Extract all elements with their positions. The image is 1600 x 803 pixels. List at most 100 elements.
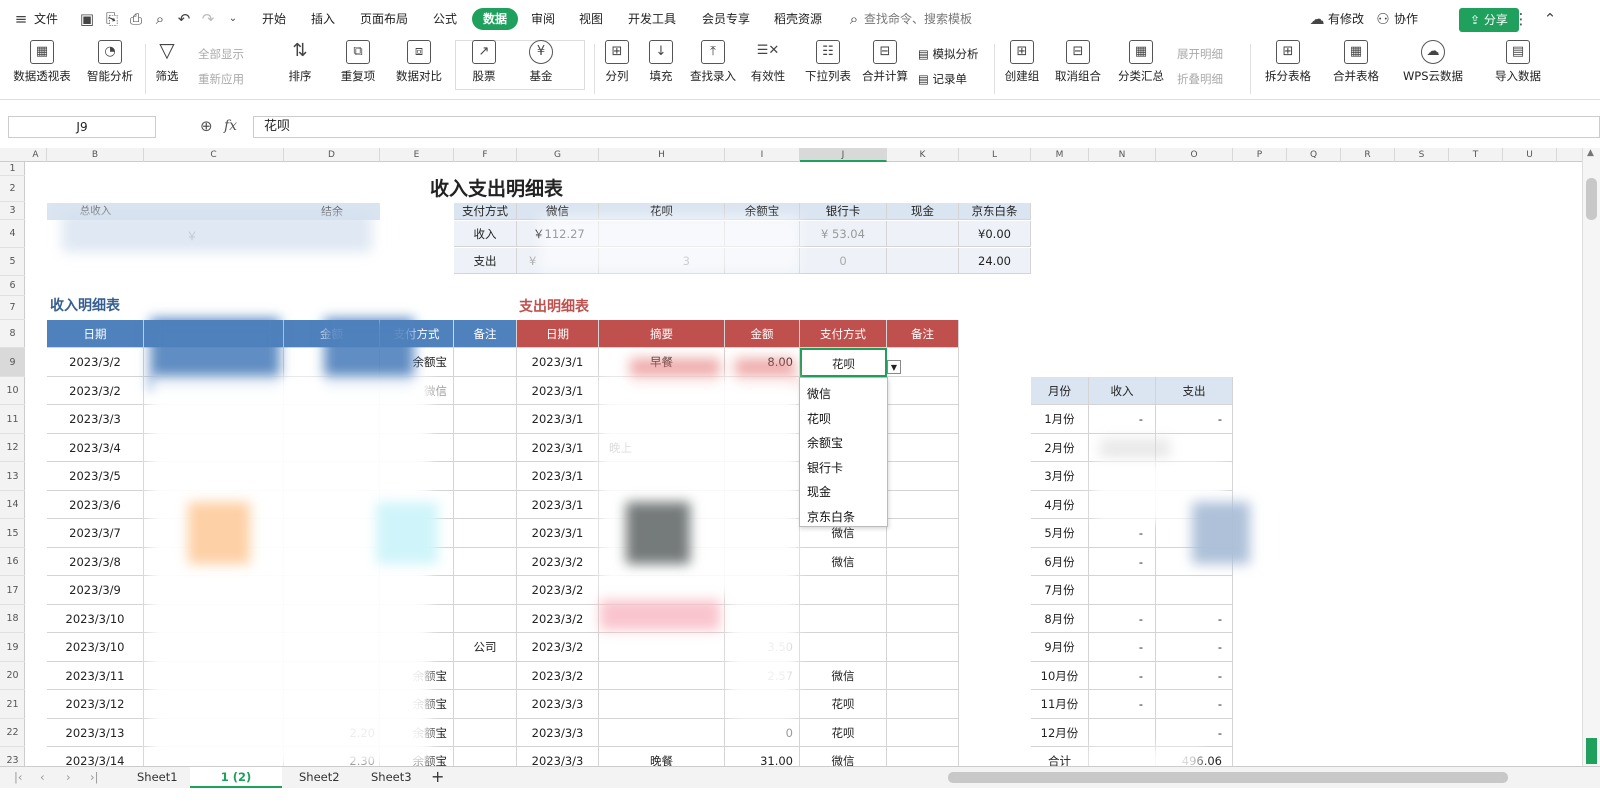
row-header-cell[interactable]: 4 bbox=[0, 220, 25, 248]
column-header-cell[interactable]: K bbox=[887, 148, 959, 162]
expense-date[interactable]: 2023/3/2 bbox=[517, 576, 599, 605]
pivot-button[interactable]: ▦ 数据透视表 bbox=[8, 40, 76, 84]
pay-header-cell[interactable]: 京东白条 bbox=[959, 203, 1031, 220]
dropdown-option[interactable]: 微信 bbox=[807, 385, 831, 402]
expense-summary[interactable] bbox=[599, 690, 725, 719]
next-sheet-icon[interactable]: › bbox=[66, 770, 71, 784]
month-income[interactable]: - bbox=[1089, 633, 1156, 662]
income-date[interactable]: 2023/3/5 bbox=[47, 462, 144, 491]
collapse-detail-button[interactable]: 折叠明细 bbox=[1177, 71, 1223, 87]
duplicate-button[interactable]: ⧉ 重复项 bbox=[334, 40, 382, 84]
month-income[interactable] bbox=[1089, 719, 1156, 747]
column-header-cell[interactable]: L bbox=[959, 148, 1031, 162]
income-note[interactable] bbox=[454, 434, 517, 462]
month-label[interactable]: 1月份 bbox=[1031, 405, 1089, 434]
expense-date[interactable]: 2023/3/1 bbox=[517, 519, 599, 548]
column-header-cell[interactable]: A bbox=[25, 148, 47, 162]
row-header-cell[interactable]: 21 bbox=[0, 690, 25, 719]
income-note[interactable]: 公司 bbox=[454, 633, 517, 662]
column-header-cell[interactable]: Q bbox=[1287, 148, 1341, 162]
tab-layout[interactable]: 页面布局 bbox=[360, 8, 408, 30]
income-note[interactable] bbox=[454, 576, 517, 605]
income-header-cell[interactable]: 备注 bbox=[454, 320, 517, 348]
row-header-cell[interactable]: 1 bbox=[0, 162, 25, 176]
income-date[interactable]: 2023/3/7 bbox=[47, 519, 144, 548]
income-date[interactable]: 2023/3/4 bbox=[47, 434, 144, 462]
cell[interactable] bbox=[887, 248, 959, 274]
chevron-down-icon[interactable]: ⌄ bbox=[224, 10, 242, 28]
expense-note[interactable] bbox=[887, 434, 959, 462]
import-data-button[interactable]: ▤ 导入数据 bbox=[1489, 40, 1547, 84]
fx-icon[interactable]: fx bbox=[224, 118, 237, 134]
filter-button[interactable]: ▽ 筛选 bbox=[150, 40, 184, 84]
save-icon[interactable]: ▣ bbox=[78, 10, 96, 28]
row-header-cell[interactable]: 3 bbox=[0, 202, 25, 220]
first-sheet-icon[interactable]: |‹ bbox=[14, 770, 22, 784]
sheet-tab-active[interactable]: 1 (2) bbox=[190, 767, 282, 788]
income-date[interactable]: 2023/3/11 bbox=[47, 662, 144, 690]
sheet-tab-1[interactable]: Sheet1 bbox=[137, 770, 178, 784]
column-header-cell[interactable]: U bbox=[1503, 148, 1557, 162]
expense-note[interactable] bbox=[887, 690, 959, 719]
column-header-cell[interactable]: S bbox=[1395, 148, 1449, 162]
row-header-cell[interactable]: 22 bbox=[0, 719, 25, 747]
column-header-cell[interactable]: J bbox=[800, 148, 887, 162]
wps-cloud-button[interactable]: ☁ WPS云数据 bbox=[1398, 40, 1468, 84]
expense-header-cell[interactable]: 备注 bbox=[887, 320, 959, 348]
prev-sheet-icon[interactable]: ‹ bbox=[40, 770, 45, 784]
monthly-header-cell[interactable]: 支出 bbox=[1156, 377, 1233, 405]
income-note[interactable] bbox=[454, 605, 517, 633]
row-header-cell[interactable]: 12 bbox=[0, 434, 25, 462]
show-all-button[interactable]: 全部显示 bbox=[198, 46, 244, 62]
merge-table-button[interactable]: ▦ 合并表格 bbox=[1327, 40, 1385, 84]
dropdown-option[interactable]: 现金 bbox=[807, 483, 831, 500]
smart-analysis-button[interactable]: ◔ 智能分析 bbox=[84, 40, 136, 84]
create-group-button[interactable]: ⊞ 创建组 bbox=[1003, 40, 1041, 84]
income-note[interactable] bbox=[454, 405, 517, 434]
formula-input[interactable]: 花呗 bbox=[253, 116, 1600, 138]
tab-insert[interactable]: 插入 bbox=[311, 8, 335, 30]
expense-note[interactable] bbox=[887, 405, 959, 434]
row-header-cell[interactable]: 15 bbox=[0, 519, 25, 548]
income-date[interactable]: 2023/3/2 bbox=[47, 377, 144, 405]
income-date[interactable]: 2023/3/10 bbox=[47, 633, 144, 662]
expense-date[interactable]: 2023/3/3 bbox=[517, 719, 599, 747]
undo-icon[interactable]: ↶ bbox=[175, 10, 193, 28]
column-header-cell[interactable]: R bbox=[1341, 148, 1395, 162]
income-note[interactable] bbox=[454, 519, 517, 548]
row-header-cell[interactable]: 10 bbox=[0, 377, 25, 405]
pay-header-cell[interactable]: 支付方式 bbox=[454, 203, 517, 220]
month-label[interactable]: 3月份 bbox=[1031, 462, 1089, 491]
month-expense[interactable]: - bbox=[1156, 405, 1233, 434]
income-note[interactable] bbox=[454, 348, 517, 377]
income-note[interactable] bbox=[454, 662, 517, 690]
expense-pay-method[interactable] bbox=[800, 576, 887, 605]
month-label[interactable]: 4月份 bbox=[1031, 491, 1089, 519]
month-income[interactable] bbox=[1089, 576, 1156, 605]
scroll-thumb[interactable] bbox=[1586, 178, 1597, 220]
income-note[interactable] bbox=[454, 690, 517, 719]
monthly-header-cell[interactable]: 收入 bbox=[1089, 377, 1156, 405]
column-header-cell[interactable]: F bbox=[454, 148, 517, 162]
income-date[interactable]: 2023/3/13 bbox=[47, 719, 144, 747]
export-icon[interactable]: ⎘ bbox=[103, 10, 121, 28]
expense-date[interactable]: 2023/3/1 bbox=[517, 348, 599, 377]
dropdown-list-button[interactable]: ☷ 下拉列表 bbox=[803, 40, 853, 84]
expense-note[interactable] bbox=[887, 662, 959, 690]
expense-header-cell[interactable]: 摘要 bbox=[599, 320, 725, 348]
column-header-cell[interactable]: O bbox=[1156, 148, 1233, 162]
row-header-cell[interactable]: 5 bbox=[0, 248, 25, 276]
expense-summary[interactable] bbox=[599, 633, 725, 662]
row-header-cell[interactable]: 20 bbox=[0, 662, 25, 690]
month-income[interactable]: - bbox=[1089, 662, 1156, 690]
compare-button[interactable]: ⧈ 数据对比 bbox=[391, 40, 447, 84]
row-header-cell[interactable]: 6 bbox=[0, 276, 25, 296]
month-expense[interactable]: - bbox=[1156, 605, 1233, 633]
income-date[interactable]: 2023/3/8 bbox=[47, 548, 144, 576]
expense-date[interactable]: 2023/3/1 bbox=[517, 434, 599, 462]
subtotal-button[interactable]: ▦ 分类汇总 bbox=[1117, 40, 1165, 84]
more-icon[interactable]: ⋮ bbox=[1512, 10, 1530, 28]
tab-view[interactable]: 视图 bbox=[579, 8, 603, 30]
expense-date[interactable]: 2023/3/2 bbox=[517, 605, 599, 633]
add-sheet-icon[interactable]: + bbox=[431, 767, 444, 786]
